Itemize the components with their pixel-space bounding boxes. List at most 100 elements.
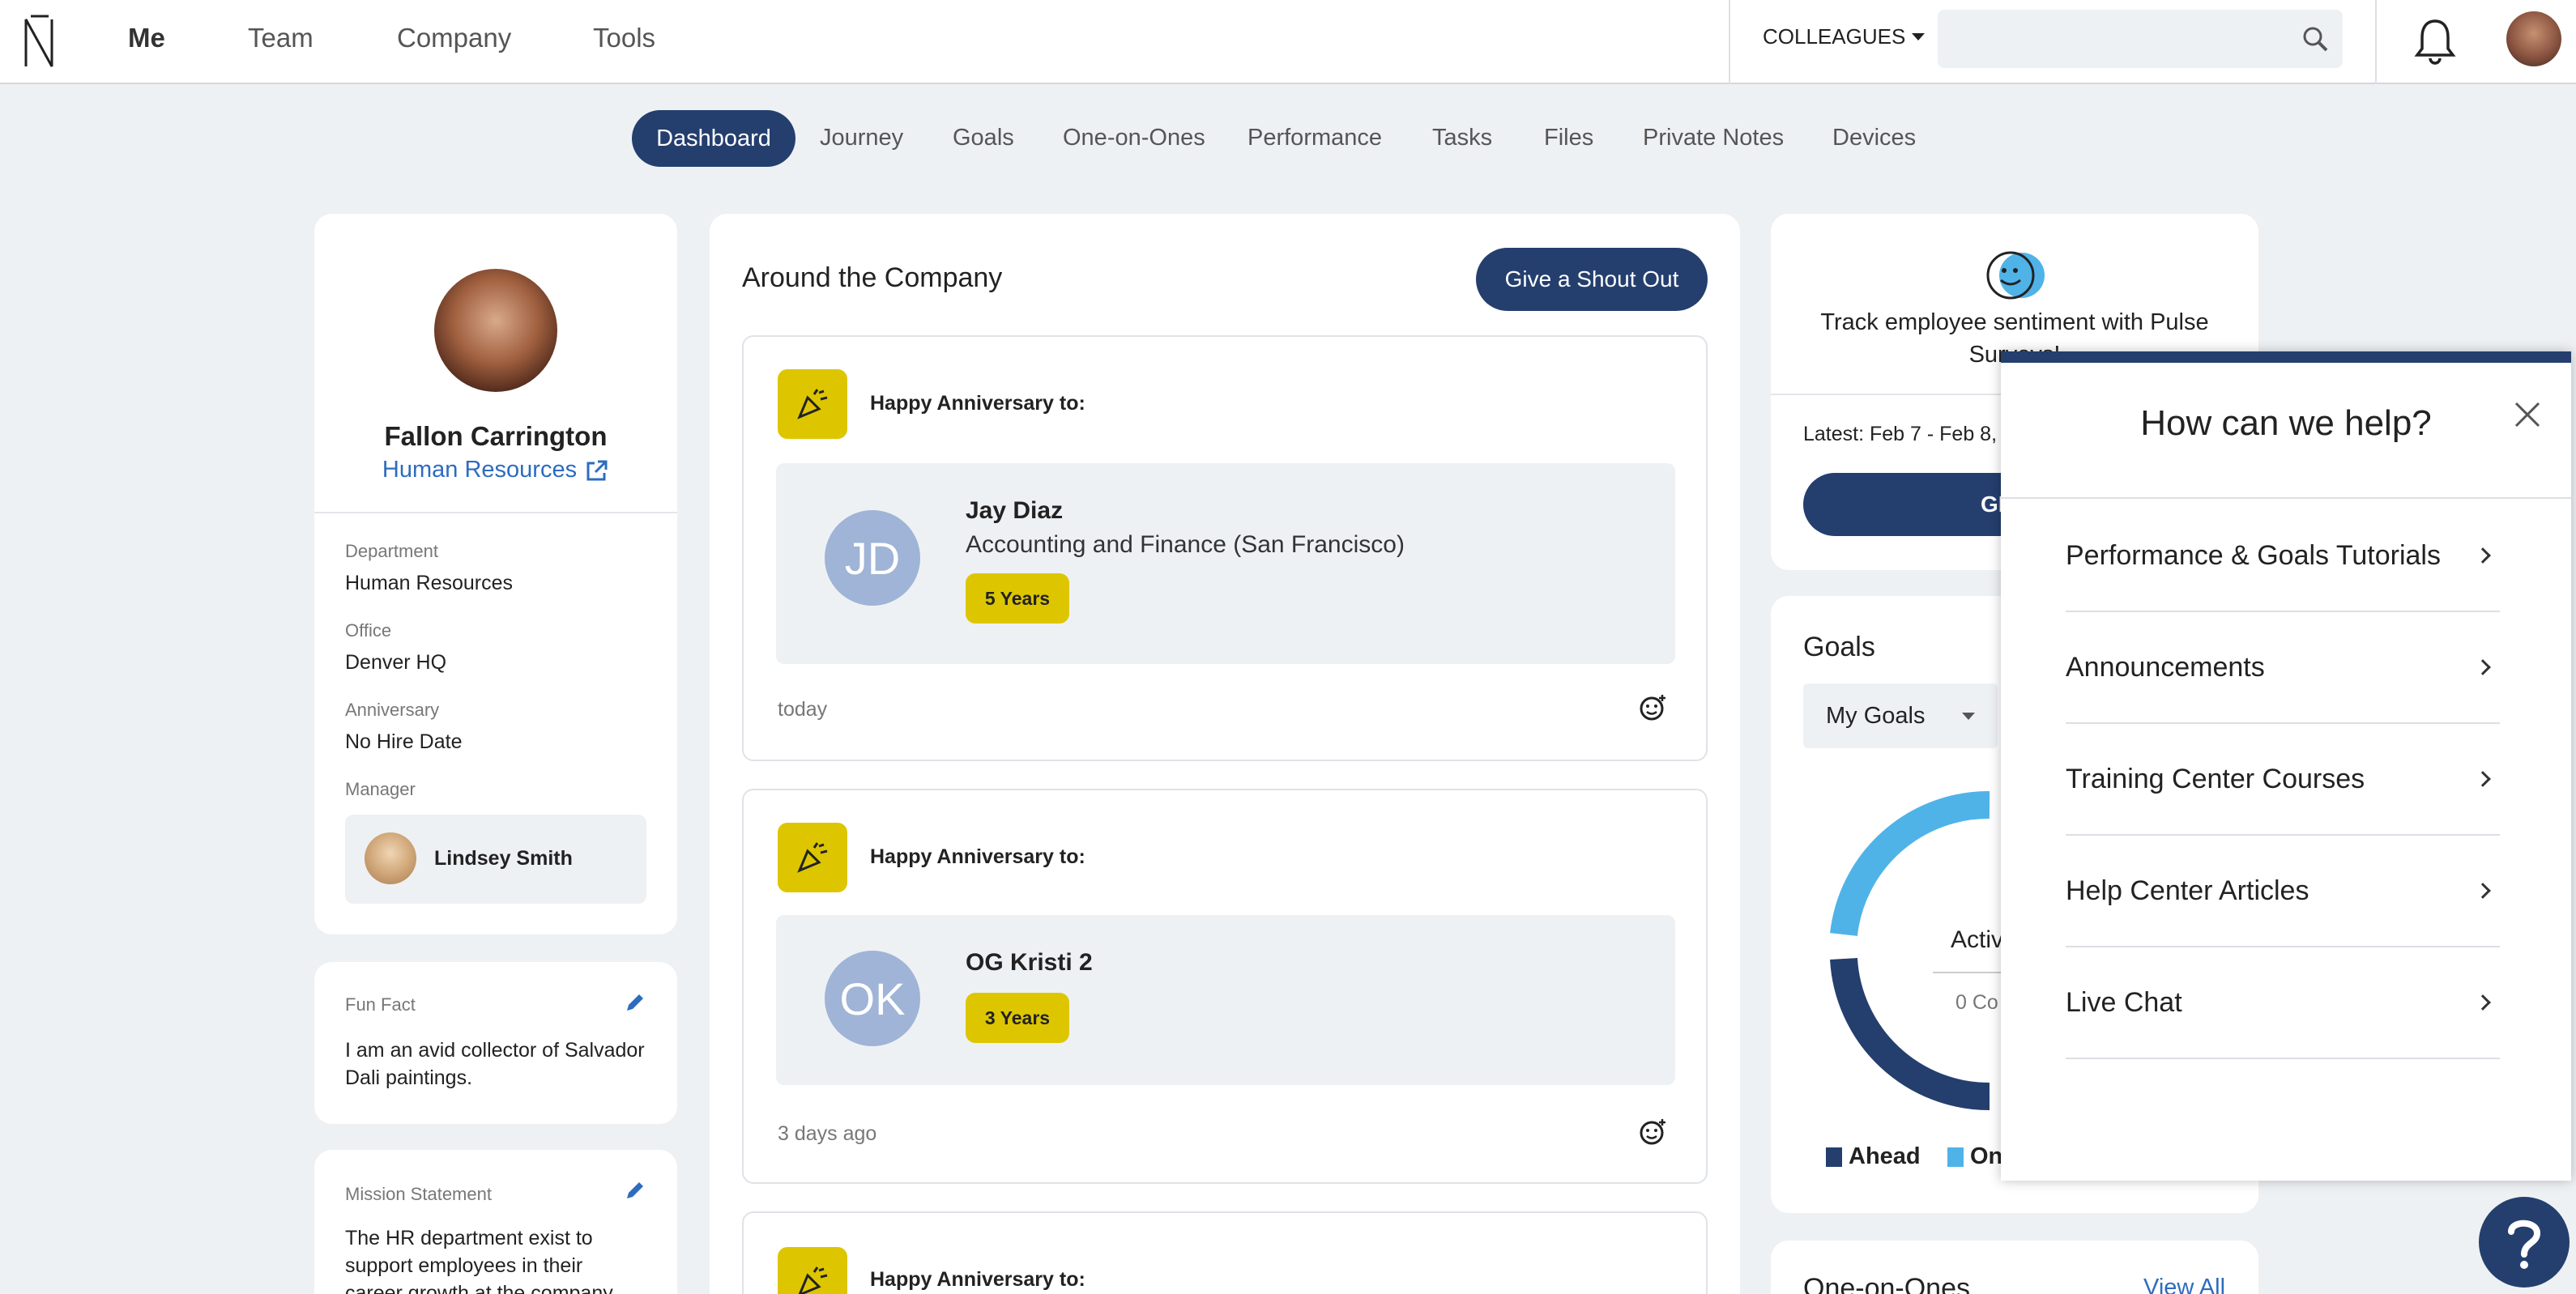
- profile-name: Fallon Carrington: [384, 421, 608, 451]
- mission-card: Mission Statement The HR department exis…: [314, 1150, 677, 1294]
- person-name: Jay Diaz: [966, 497, 1064, 524]
- chevron-right-icon: [2475, 994, 2491, 1011]
- goals-filter-select[interactable]: My Goals: [1803, 683, 1998, 748]
- chevron-down-icon: [1962, 712, 1975, 720]
- help-item-help-center-articles[interactable]: Help Center Articles: [2066, 836, 2500, 947]
- help-item-label: Training Center Courses: [2066, 763, 2365, 794]
- post-heading: Happy Anniversary to:: [870, 392, 1085, 415]
- goals-center-label: Activ: [1951, 926, 2004, 953]
- tab-tasks[interactable]: Tasks: [1432, 125, 1492, 151]
- manager-label: Manager: [345, 779, 416, 799]
- external-link-icon: [586, 460, 608, 480]
- chevron-right-icon: [2475, 771, 2491, 787]
- topnav-me[interactable]: Me: [128, 23, 165, 53]
- topnav-team[interactable]: Team: [248, 23, 313, 53]
- chevron-right-icon: [2475, 659, 2491, 675]
- anniversary-person[interactable]: JD Jay Diaz Accounting and Finance (San …: [776, 463, 1675, 664]
- tab-files[interactable]: Files: [1544, 125, 1593, 151]
- tab-goals[interactable]: Goals: [953, 125, 1014, 151]
- app-logo[interactable]: [19, 10, 58, 74]
- edit-icon[interactable]: [624, 991, 646, 1014]
- party-popper-icon: [778, 369, 847, 439]
- help-item-training-center-courses[interactable]: Training Center Courses: [2066, 724, 2500, 836]
- office-value: Denver HQ: [345, 651, 447, 674]
- manager-avatar: [365, 832, 416, 884]
- edit-icon[interactable]: [624, 1179, 646, 1202]
- smiley-icon: [1986, 251, 2045, 300]
- question-mark-icon: [2508, 1220, 2541, 1269]
- department-link[interactable]: Human Resources: [314, 457, 677, 483]
- feed-title: Around the Company: [742, 262, 1003, 293]
- colleagues-dropdown[interactable]: COLLEAGUES: [1763, 24, 1926, 49]
- goals-title: Goals: [1803, 632, 1875, 662]
- divider: [1729, 0, 1730, 84]
- close-icon[interactable]: [2513, 400, 2542, 429]
- help-item-announcements[interactable]: Announcements: [2066, 612, 2500, 724]
- fun-fact-label: Fun Fact: [345, 994, 416, 1015]
- tab-performance[interactable]: Performance: [1247, 125, 1382, 151]
- legend-label: On: [1970, 1143, 2003, 1169]
- party-popper-icon: [778, 1247, 847, 1294]
- help-item-label: Help Center Articles: [2066, 875, 2309, 906]
- mission-text: The HR department exist to support emplo…: [345, 1227, 617, 1294]
- user-avatar[interactable]: [2506, 11, 2561, 66]
- department-label: Department: [345, 541, 438, 561]
- chevron-right-icon: [2475, 547, 2491, 564]
- tab-private-notes[interactable]: Private Notes: [1643, 125, 1784, 151]
- topnav-company[interactable]: Company: [397, 23, 511, 53]
- view-all-link[interactable]: View All: [2143, 1275, 2225, 1294]
- fun-fact-text: I am an avid collector of Salvador Dali …: [345, 1039, 645, 1089]
- bell-icon[interactable]: [2414, 16, 2456, 65]
- chevron-down-icon: [1912, 33, 1926, 40]
- add-reaction-icon[interactable]: [1638, 1117, 1667, 1147]
- goals-filter-value: My Goals: [1826, 702, 1926, 729]
- party-popper-icon: [778, 823, 847, 892]
- help-panel: How can we help? Performance & Goals Tut…: [2001, 351, 2571, 1181]
- divider: [2001, 497, 2571, 499]
- tab-one-on-ones[interactable]: One-on-Ones: [1063, 125, 1205, 151]
- anniversary-value: No Hire Date: [345, 730, 463, 753]
- profile-card: Fallon Carrington Human Resources Depart…: [314, 214, 677, 934]
- goals-center-sub: 0 Co: [1955, 991, 1998, 1014]
- fun-fact-card: Fun Fact I am an avid collector of Salva…: [314, 962, 677, 1124]
- help-item-performance-goals-tutorials[interactable]: Performance & Goals Tutorials: [2066, 500, 2500, 612]
- office-label: Office: [345, 620, 392, 641]
- feed-post: Happy Anniversary to: JD Jay Diaz Accoun…: [742, 335, 1708, 761]
- initials-avatar: JD: [825, 510, 920, 606]
- manager-chip[interactable]: Lindsey Smith: [345, 815, 646, 904]
- one-on-ones-card: One-on-Ones View All: [1771, 1241, 2258, 1294]
- post-time: today: [778, 698, 828, 721]
- department-value: Human Resources: [345, 572, 514, 594]
- chevron-right-icon: [2475, 883, 2491, 899]
- legend-label: Ahead: [1849, 1143, 1921, 1169]
- search-input[interactable]: [1938, 10, 2343, 68]
- tab-dashboard[interactable]: Dashboard: [632, 110, 795, 167]
- help-item-label: Announcements: [2066, 651, 2265, 683]
- legend-item-on: On: [1947, 1143, 2002, 1170]
- colleagues-label: COLLEAGUES: [1763, 24, 1906, 49]
- help-panel-title: How can we help?: [2140, 403, 2432, 443]
- divider: [2375, 0, 2377, 84]
- tab-journey[interactable]: Journey: [820, 125, 903, 151]
- person-subtitle: Accounting and Finance (San Francisco): [966, 531, 1405, 558]
- tab-devices[interactable]: Devices: [1832, 125, 1916, 151]
- add-reaction-icon[interactable]: [1638, 693, 1667, 722]
- help-item-label: Live Chat: [2066, 986, 2182, 1018]
- help-button[interactable]: [2479, 1197, 2570, 1288]
- anniversary-label: Anniversary: [345, 700, 440, 720]
- manager-name: Lindsey Smith: [434, 847, 573, 870]
- help-item-live-chat[interactable]: Live Chat: [2066, 947, 2500, 1059]
- post-heading: Happy Anniversary to:: [870, 845, 1085, 868]
- legend-swatch: [1826, 1147, 1842, 1167]
- give-shout-out-button[interactable]: Give a Shout Out: [1476, 248, 1708, 311]
- legend-item-ahead: Ahead: [1826, 1143, 1921, 1170]
- top-navigation-bar: Me Team Company Tools COLLEAGUES: [0, 0, 2576, 84]
- feed-post: Happy Anniversary to:: [742, 1211, 1708, 1294]
- years-badge: 5 Years: [966, 573, 1069, 624]
- department-link-label: Human Resources: [382, 457, 578, 483]
- topnav-tools[interactable]: Tools: [593, 23, 655, 53]
- feed-post: Happy Anniversary to: OK OG Kristi 2 3 Y…: [742, 789, 1708, 1184]
- one-on-ones-title: One-on-Ones: [1803, 1273, 1970, 1294]
- anniversary-person[interactable]: OK OG Kristi 2 3 Years: [776, 915, 1675, 1085]
- search-icon[interactable]: [2302, 26, 2328, 52]
